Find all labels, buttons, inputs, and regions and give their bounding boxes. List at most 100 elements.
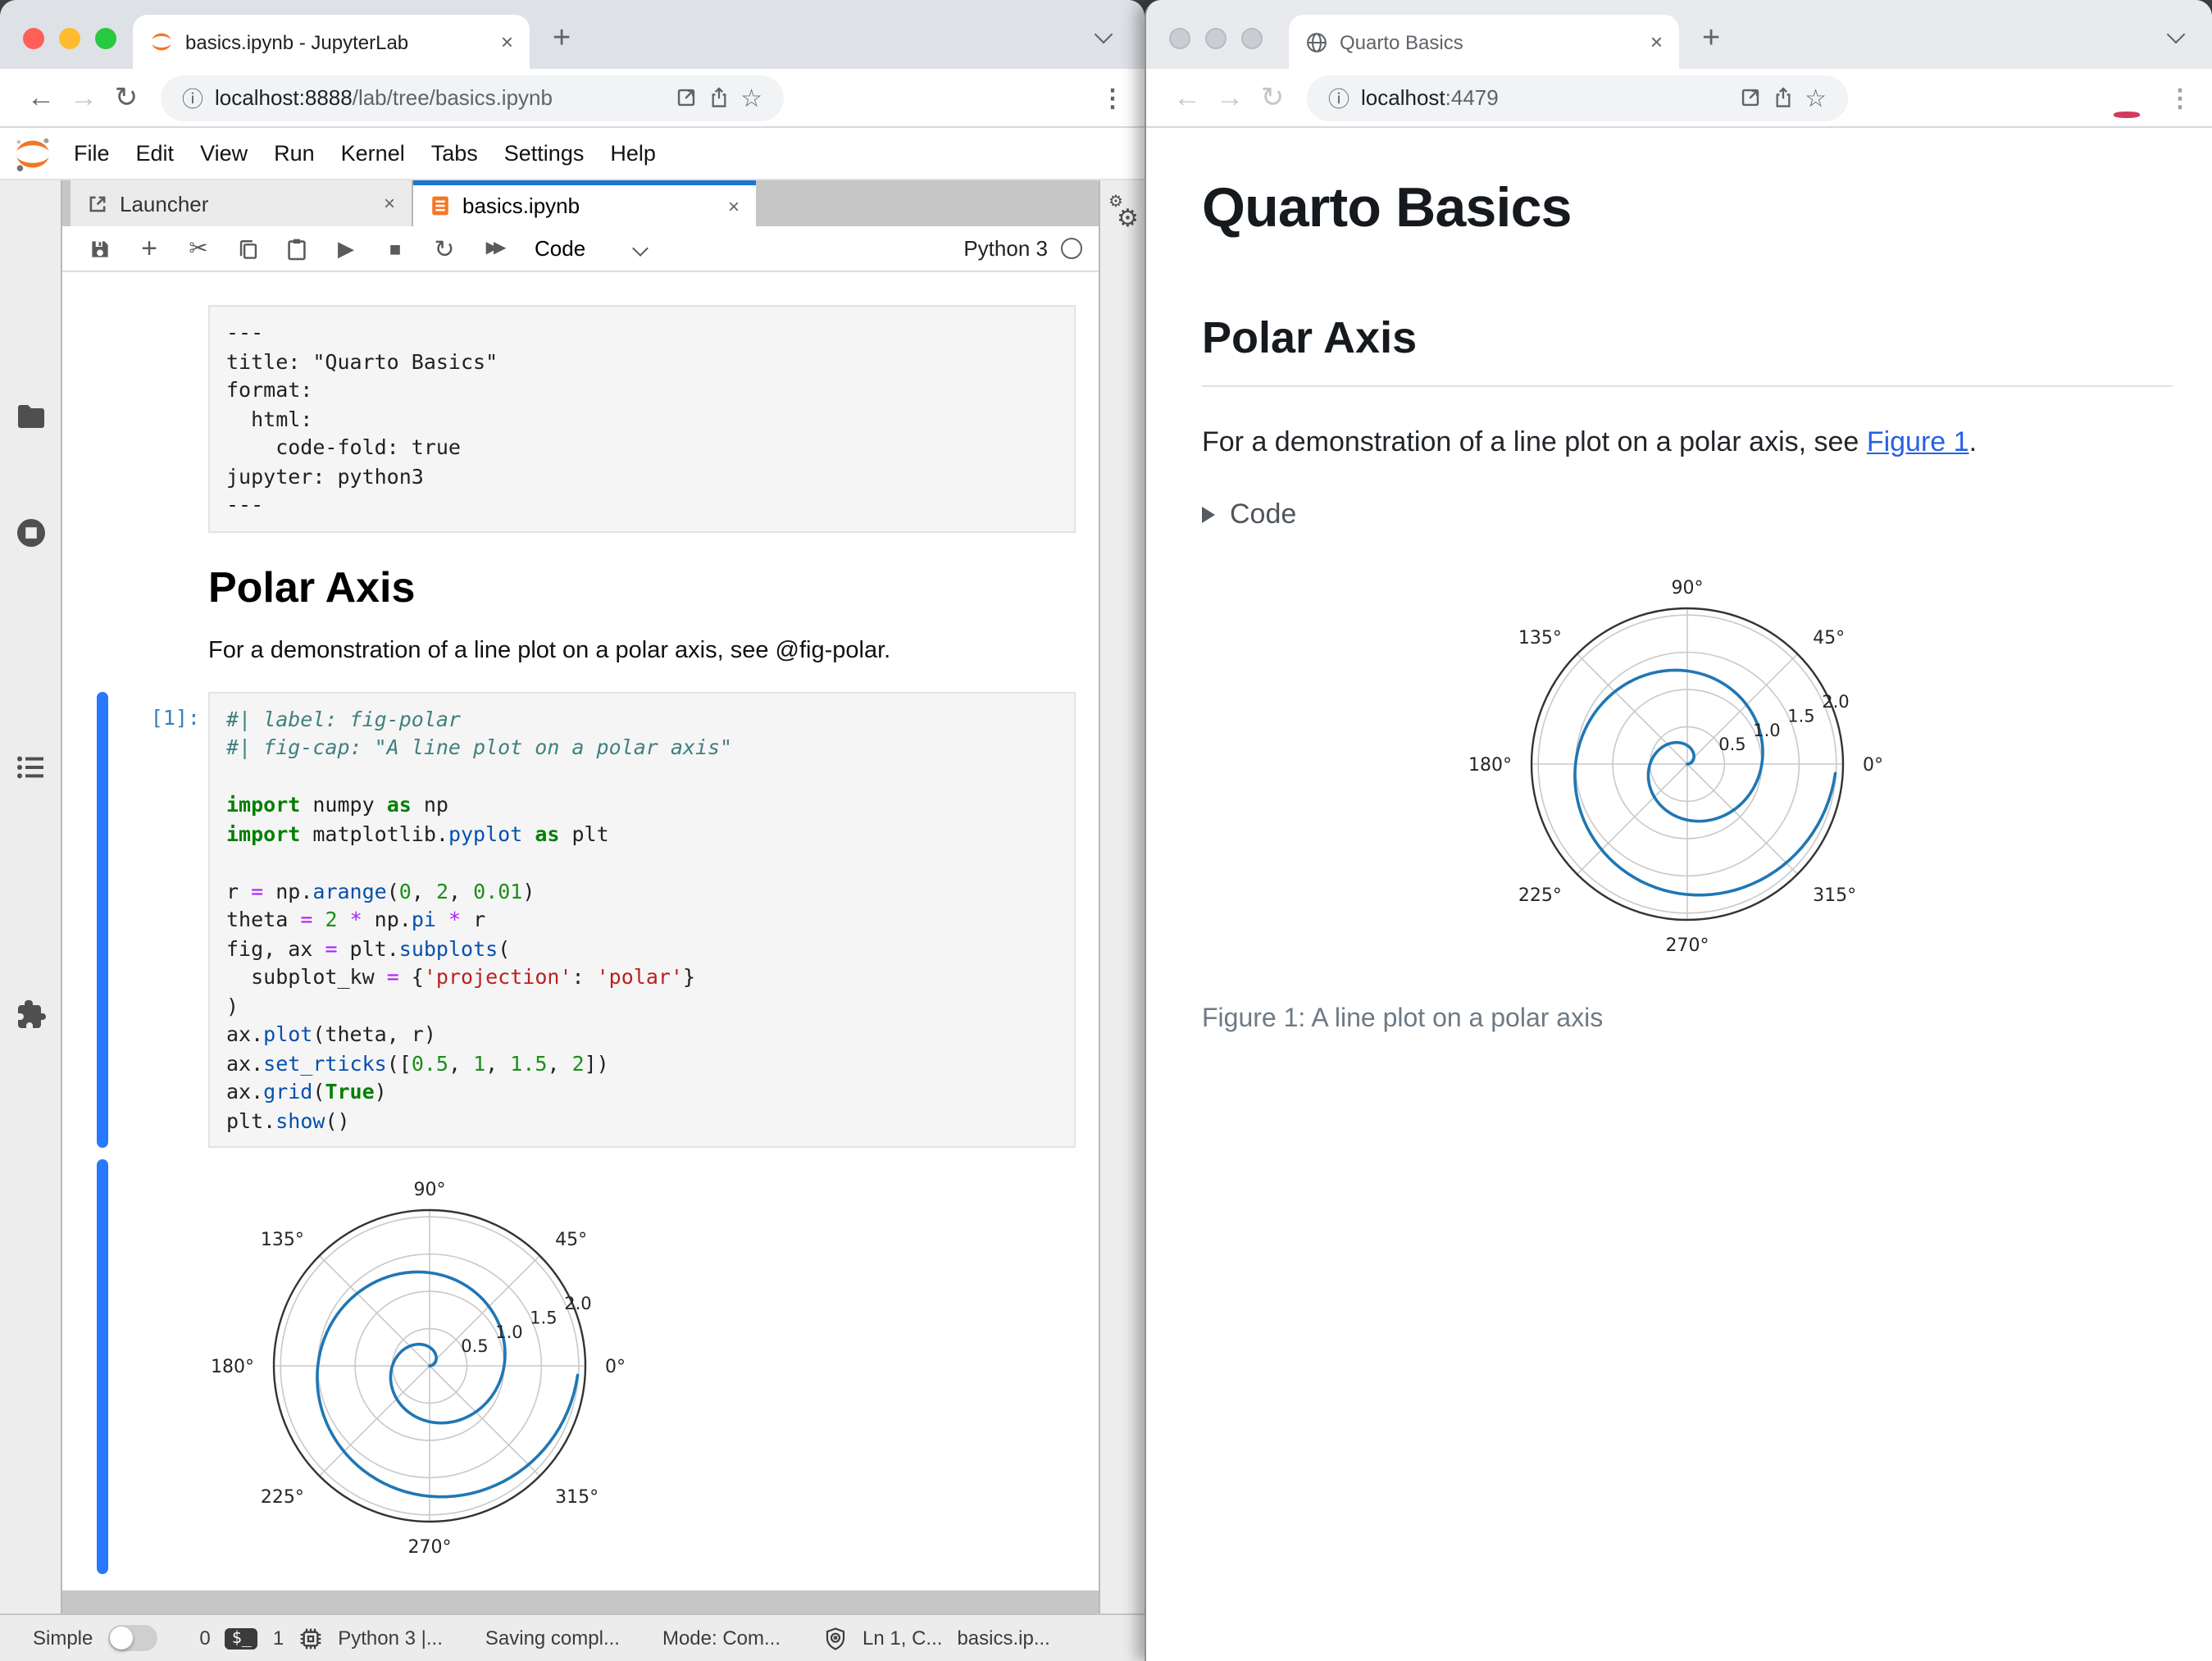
svg-text:2.0: 2.0 <box>564 1294 591 1313</box>
new-tab-button[interactable]: + <box>1702 21 1720 57</box>
browser-menu-icon[interactable]: ⋮ <box>2168 83 2192 112</box>
raw-cell-editor[interactable]: --- title: "Quarto Basics" format: html: c… <box>208 305 1076 532</box>
notebook-toolbar: + ✂ ▶ ■ ↻ ▶▶ Code Python 3 <box>62 226 1099 272</box>
zoom-window-button[interactable] <box>1241 28 1263 49</box>
restart-kernel-icon[interactable]: ↻ <box>420 234 469 263</box>
new-tab-button[interactable]: + <box>553 21 571 57</box>
cell-type-select[interactable]: Code <box>535 236 585 261</box>
share-icon[interactable] <box>708 87 729 108</box>
url-path: /lab/tree/basics.ipynb <box>352 85 553 110</box>
kernels-count[interactable]: 1 <box>273 1627 284 1650</box>
menu-settings[interactable]: Settings <box>491 141 598 166</box>
site-info-icon[interactable]: ⓘ <box>1328 82 1350 113</box>
svg-text:45°: 45° <box>1813 628 1845 648</box>
kernel-status-text[interactable]: Python 3 |... <box>338 1627 443 1650</box>
menu-file[interactable]: File <box>61 141 123 166</box>
code-cell-editor[interactable]: #| label: fig-polar #| fig-cap: "A line p… <box>208 691 1076 1148</box>
svg-text:1.0: 1.0 <box>1753 721 1780 740</box>
add-cell-icon[interactable]: + <box>125 232 174 265</box>
open-in-new-icon[interactable] <box>1739 87 1760 108</box>
forward-icon[interactable]: → <box>1208 81 1251 114</box>
paste-cell-icon[interactable] <box>272 237 321 260</box>
kernel-name[interactable]: Python 3 <box>963 236 1048 261</box>
back-icon[interactable]: ← <box>20 81 62 114</box>
browser-menu-icon[interactable]: ⋮ <box>1100 83 1125 112</box>
copy-cell-icon[interactable] <box>223 237 272 260</box>
figure-1-link[interactable]: Figure 1 <box>1867 426 1969 457</box>
bookmark-star-icon[interactable]: ☆ <box>1805 83 1827 112</box>
dock-panel: Launcher × basics.ipynb × + ✂ ▶ ■ ↻ ▶▶ C… <box>62 180 1099 1613</box>
tab-close-icon[interactable]: × <box>1650 30 1663 54</box>
interrupt-kernel-icon[interactable]: ■ <box>371 237 420 260</box>
minimize-window-button[interactable] <box>1205 28 1227 49</box>
statusbar-filename[interactable]: basics.ip... <box>957 1627 1049 1650</box>
shield-x-icon[interactable] <box>823 1626 848 1650</box>
back-icon[interactable]: ← <box>1166 81 1208 114</box>
address-bar[interactable]: ⓘ localhost:8888/lab/tree/basics.ipynb ☆ <box>161 75 784 121</box>
menu-tabs[interactable]: Tabs <box>418 141 491 166</box>
dock-tab-notebook[interactable]: basics.ipynb × <box>413 180 756 226</box>
table-of-contents-icon[interactable] <box>15 751 48 784</box>
cell-gutter <box>62 1159 208 1574</box>
kernel-chip-icon <box>300 1627 321 1649</box>
mode-indicator[interactable]: Mode: Com... <box>662 1627 781 1650</box>
browser-tab-jupyterlab[interactable]: basics.ipynb - JupyterLab × <box>133 15 530 69</box>
bookmark-star-icon[interactable]: ☆ <box>740 83 762 112</box>
reload-icon[interactable]: ↻ <box>1251 81 1294 114</box>
zoom-window-button[interactable] <box>95 28 116 49</box>
menu-view[interactable]: View <box>187 141 261 166</box>
notebook-content: --- title: "Quarto Basics" format: html: c… <box>62 272 1099 1590</box>
address-bar[interactable]: ⓘ localhost:4479 ☆ <box>1307 75 1848 121</box>
restart-run-all-icon[interactable]: ▶▶ <box>469 239 518 257</box>
close-icon[interactable]: × <box>728 194 740 217</box>
minimize-window-button[interactable] <box>59 28 80 49</box>
browser-tab-quarto[interactable]: Quarto Basics × <box>1289 15 1679 69</box>
cell-gutter <box>62 305 208 532</box>
input-collapser[interactable] <box>97 691 108 1148</box>
cell-gutter: [1]: <box>62 691 208 1148</box>
chevron-down-icon[interactable] <box>632 240 649 257</box>
jupyterlab-statusbar: Simple 0 $_ 1 Python 3 |... Saving compl… <box>0 1613 1145 1661</box>
jupyter-logo <box>16 137 49 171</box>
cut-cell-icon[interactable]: ✂ <box>174 234 223 262</box>
menu-kernel[interactable]: Kernel <box>328 141 418 166</box>
tab-overview-chevron-icon[interactable] <box>2166 25 2186 44</box>
menu-edit[interactable]: Edit <box>123 141 188 166</box>
run-cell-icon[interactable]: ▶ <box>321 235 371 262</box>
markdown-paragraph: For a demonstration of a line plot on a … <box>208 637 891 663</box>
close-window-button[interactable] <box>23 28 44 49</box>
save-icon[interactable] <box>75 237 125 260</box>
close-icon[interactable]: × <box>384 192 395 215</box>
terminals-count[interactable]: 0 <box>199 1627 210 1650</box>
svg-text:180°: 180° <box>1468 755 1512 776</box>
dock-tabbar: Launcher × basics.ipynb × <box>62 180 1099 226</box>
close-window-button[interactable] <box>1169 28 1190 49</box>
code-fold-summary[interactable]: Code <box>1202 498 2173 531</box>
property-inspector-bar: ⚙ ⚙ <box>1099 180 1145 1613</box>
menu-help[interactable]: Help <box>597 141 669 166</box>
cursor-position[interactable]: Ln 1, C... <box>862 1627 942 1650</box>
url-host: localhost <box>1361 85 1445 110</box>
svg-text:90°: 90° <box>1672 578 1704 598</box>
menu-run[interactable]: Run <box>261 141 328 166</box>
open-in-new-icon[interactable] <box>675 87 696 108</box>
disclosure-triangle-icon <box>1202 507 1215 523</box>
paragraph-text: For a demonstration of a line plot on a … <box>1202 426 1867 457</box>
extensions-icon[interactable] <box>15 997 48 1030</box>
kernel-status-icon[interactable] <box>1061 238 1082 259</box>
tab-overview-chevron-icon[interactable] <box>1094 25 1113 44</box>
svg-text:90°: 90° <box>414 1180 446 1200</box>
site-info-icon[interactable]: ⓘ <box>182 82 203 113</box>
simple-mode-toggle[interactable] <box>107 1625 157 1651</box>
running-sessions-icon[interactable] <box>15 517 48 549</box>
forward-icon[interactable]: → <box>62 81 105 114</box>
file-browser-icon[interactable] <box>15 400 48 433</box>
browser-tabstrip: Quarto Basics × + <box>1146 0 2212 69</box>
share-icon[interactable] <box>1772 87 1793 108</box>
quarto-browser-window: Quarto Basics × + ← → ↻ ⓘ localhost:4479… <box>1145 0 2212 1661</box>
tab-close-icon[interactable]: × <box>501 30 513 54</box>
page-title: Quarto Basics <box>1202 177 1572 239</box>
output-collapser[interactable] <box>97 1159 108 1574</box>
dock-tab-launcher[interactable]: Launcher × <box>71 180 413 226</box>
reload-icon[interactable]: ↻ <box>105 81 148 114</box>
